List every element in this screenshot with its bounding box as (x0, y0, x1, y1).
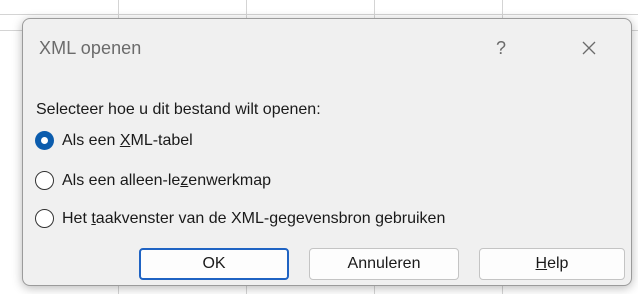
option-label: Als een alleen-lezenwerkmap (62, 171, 271, 189)
xml-open-dialog: XML openen ? Selecteer hoe u dit bestand… (22, 18, 632, 286)
option-label: Het taakvenster van de XML-gegevensbron … (62, 209, 446, 227)
cancel-button[interactable]: Annuleren (309, 248, 459, 280)
help-dialog-button[interactable]: Help (479, 248, 625, 280)
option-label: Als een XML-tabel (62, 131, 193, 149)
option-xml-source-task-pane[interactable]: Het taakvenster van de XML-gegevensbron … (35, 209, 445, 228)
dialog-title: XML openen (39, 38, 142, 58)
dialog-titlebar[interactable]: XML openen ? (23, 19, 631, 79)
ok-button[interactable]: OK (139, 248, 289, 280)
option-read-only-workbook[interactable]: Als een alleen-lezenwerkmap (35, 171, 271, 190)
option-xml-table[interactable]: Als een XML-tabel (35, 131, 193, 150)
help-button[interactable]: ? (479, 31, 523, 65)
radio-selected[interactable] (35, 131, 54, 150)
close-button[interactable] (567, 31, 611, 65)
grid-line (0, 14, 638, 15)
prompt-text: Selecteer hoe u dit bestand wilt openen: (36, 101, 321, 118)
radio-unselected[interactable] (35, 209, 54, 228)
radio-unselected[interactable] (35, 171, 54, 190)
question-icon: ? (495, 37, 506, 58)
close-icon (582, 41, 596, 55)
